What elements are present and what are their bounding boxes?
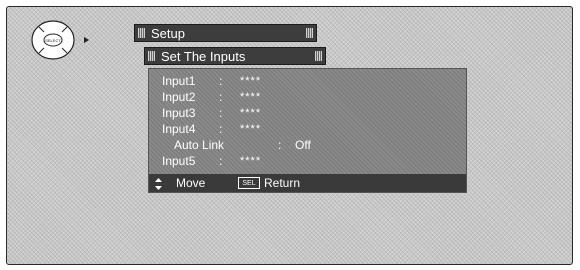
input-separator: :	[219, 154, 223, 168]
menu-title-bar: Setup	[134, 24, 317, 42]
input-value: ****	[240, 107, 262, 119]
input-separator: :	[219, 106, 223, 120]
remote-select-icon: SELECT	[29, 19, 95, 61]
input-value: ****	[240, 91, 262, 103]
up-down-arrows-icon	[155, 177, 162, 190]
inputs-panel: Input1 : **** Input2 : **** Input3 : ***…	[148, 68, 467, 193]
input-separator: :	[219, 74, 223, 88]
input-value: ****	[240, 75, 262, 87]
input-row-auto-link[interactable]: Auto Link : Off	[162, 137, 311, 153]
input-label: Input5	[162, 154, 196, 168]
remote-select-label: SELECT	[45, 38, 61, 43]
bar-notch-icon	[306, 28, 313, 38]
help-footer: Move SEL Return	[149, 174, 466, 192]
sel-icon: SEL	[238, 177, 260, 189]
submenu-bar[interactable]: Set The Inputs	[144, 47, 326, 65]
input-row-input4[interactable]: Input4 : ****	[162, 121, 260, 137]
input-row-input2[interactable]: Input2 : ****	[162, 89, 260, 105]
input-label: Input2	[162, 90, 196, 104]
input-label: Input3	[162, 106, 196, 120]
right-arrow-icon	[84, 37, 89, 43]
input-value: ****	[240, 123, 262, 135]
input-separator: :	[219, 90, 223, 104]
input-value: ****	[240, 155, 262, 167]
input-row-input5[interactable]: Input5 : ****	[162, 153, 260, 169]
input-row-input1[interactable]: Input1 : ****	[162, 73, 260, 89]
submenu-title: Set The Inputs	[161, 49, 246, 64]
bar-notch-icon	[148, 51, 155, 61]
menu-title: Setup	[151, 26, 185, 41]
input-row-input3[interactable]: Input3 : ****	[162, 105, 260, 121]
input-value: Off	[295, 138, 311, 152]
move-label: Move	[176, 176, 206, 190]
screen-panel: SELECT Setup Set The Inputs Input1 : ***…	[6, 6, 573, 265]
bar-notch-icon	[138, 28, 145, 38]
input-label: Input1	[162, 74, 196, 88]
input-separator: :	[219, 122, 223, 136]
return-label: Return	[264, 176, 301, 190]
input-label: Input4	[162, 122, 196, 136]
input-separator: :	[278, 138, 282, 152]
input-label: Auto Link	[174, 138, 225, 152]
bar-notch-icon	[315, 51, 322, 61]
